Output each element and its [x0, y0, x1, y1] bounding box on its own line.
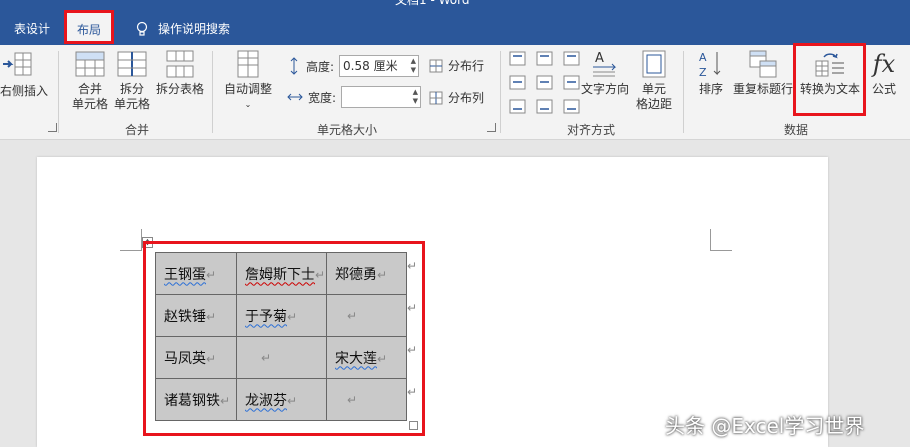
lightbulb-icon [136, 21, 148, 36]
split-table-icon [166, 50, 194, 78]
height-input[interactable]: 0.58 厘米 ▲ ▼ [339, 55, 420, 77]
text-direction-button[interactable]: A 文字方向 [576, 49, 634, 97]
split-cells-label-1: 拆分 [119, 82, 144, 96]
repeat-header-rows-button[interactable]: 重复标题行 [730, 49, 796, 97]
text-direction-icon: A [593, 51, 617, 77]
spin-arrows-icon[interactable]: ▲ ▼ [411, 57, 416, 75]
align-buttons-icon[interactable] [509, 51, 581, 115]
autofit-label: 自动调整 [223, 82, 272, 96]
split-table-label: 拆分表格 [155, 82, 204, 96]
distribute-rows-label: 分布行 [448, 59, 485, 73]
group-align-label: 对齐方式 [566, 123, 615, 137]
formula-label: 公式 [871, 82, 896, 96]
group-cellsize-label: 单元格大小 [316, 123, 377, 137]
group-merge-label: 合并 [124, 123, 149, 137]
cell-margins-icon [642, 50, 666, 78]
page-corner-mark [120, 229, 142, 251]
cell-margins-label-1: 单元 [641, 82, 666, 96]
watermark-text: 头条 @Excel学习世界 [665, 414, 865, 438]
row-height-control: 高度: 0.58 厘米 ▲ ▼ [287, 55, 420, 77]
column-width-control: 宽度: ▲ ▼ [287, 86, 422, 108]
distribute-columns-icon [429, 91, 443, 104]
spin-arrows-icon[interactable]: ▲ ▼ [413, 88, 418, 106]
ribbon-separator [212, 51, 213, 133]
autofit-button[interactable]: 自动调整 ⌄ [221, 49, 275, 112]
width-input[interactable]: ▲ ▼ [341, 86, 422, 108]
function-fx-icon: fx [872, 50, 896, 78]
ribbon-separator [58, 51, 59, 133]
merge-cells-icon [75, 51, 105, 77]
distribute-columns-label: 分布列 [448, 91, 485, 105]
page-corner-mark [710, 229, 732, 251]
search-label: 操作说明搜索 [158, 22, 231, 36]
tab-table-design[interactable]: 表设计 [6, 16, 58, 42]
text-direction-label: 文字方向 [580, 82, 629, 96]
distribute-columns-button[interactable]: 分布列 [429, 89, 484, 106]
insert-right-button[interactable]: 在右侧插入 [0, 49, 50, 99]
autofit-icon [237, 50, 259, 78]
sort-button[interactable]: A Z 排序 [694, 49, 728, 97]
width-label: 宽度: [308, 90, 337, 105]
split-cells-label-2: 单元格 [113, 97, 150, 111]
merge-cells-label-1: 合并 [77, 82, 102, 96]
group-data-label: 数据 [783, 123, 808, 137]
height-label: 高度: [306, 59, 335, 74]
merge-cells-button[interactable]: 合并 单元格 [70, 49, 110, 112]
row-height-icon [290, 57, 298, 75]
repeat-header-label: 重复标题行 [732, 82, 793, 96]
sort-label: 排序 [698, 82, 723, 96]
sort-icon: A Z [699, 51, 721, 79]
ribbon-separator [683, 51, 684, 133]
table-highlight [143, 241, 425, 436]
distribute-rows-icon [429, 59, 443, 72]
alignment-grid [509, 51, 581, 115]
dialog-launcher-icon[interactable] [487, 123, 496, 132]
tell-me-search[interactable]: 操作说明搜索 [128, 16, 238, 42]
column-width-icon [287, 93, 303, 101]
convert-to-text-highlight [793, 43, 866, 116]
cell-margins-label-2: 格边距 [635, 97, 672, 111]
chevron-down-icon: ⌄ [244, 100, 252, 109]
split-cells-icon [117, 51, 147, 77]
cell-margins-button[interactable]: 单元 格边距 [633, 49, 675, 112]
title-bar: 文档1 - Word 表设计 布局 操作说明搜索 [0, 0, 910, 45]
height-value: 0.58 厘米 [343, 59, 398, 73]
merge-cells-label-2: 单元格 [71, 97, 108, 111]
repeat-header-icon [749, 50, 777, 78]
window-title: 文档1 - Word [395, 0, 470, 7]
split-table-button[interactable]: 拆分表格 [153, 49, 207, 97]
dialog-launcher-icon[interactable] [48, 123, 57, 132]
tab-layout[interactable]: 布局 [64, 10, 114, 44]
ribbon: 在右侧插入 合并 单元格 拆分 单元格 拆分表格 合并 [0, 45, 910, 140]
ribbon-separator [500, 51, 501, 133]
insert-right-label: 在右侧插入 [0, 84, 48, 98]
formula-button[interactable]: fx 公式 [866, 49, 902, 97]
insert-right-icon [3, 52, 32, 76]
svg-text:A: A [699, 51, 707, 64]
split-cells-button[interactable]: 拆分 单元格 [112, 49, 152, 112]
svg-text:Z: Z [699, 66, 707, 79]
svg-text:A: A [595, 51, 604, 66]
distribute-rows-button[interactable]: 分布行 [429, 57, 484, 74]
